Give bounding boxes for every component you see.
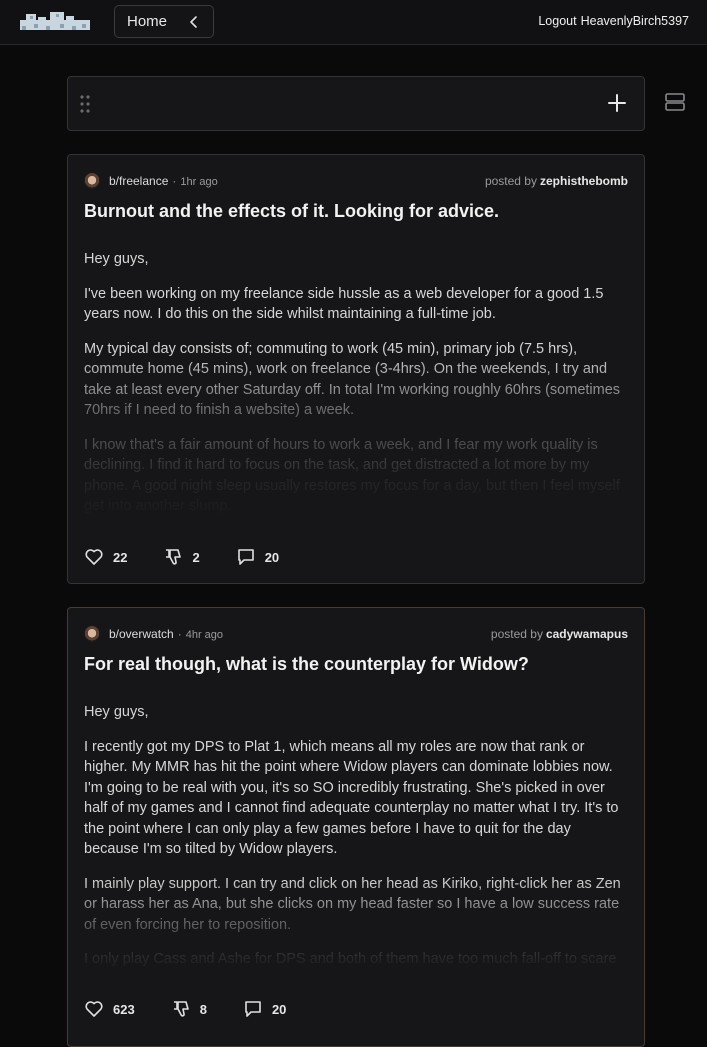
comment-icon: [237, 549, 254, 565]
heart-icon: [85, 1001, 103, 1017]
separator-dot: ·: [172, 174, 177, 188]
post-paragraph: I've been working on my freelance side h…: [84, 285, 604, 323]
board-name: b/overwatch: [109, 627, 174, 641]
username: HeavenlyBirch5397: [580, 14, 689, 28]
author-link[interactable]: zephisthebomb: [540, 174, 628, 188]
post-card[interactable]: b/overwatch · 4hr ago posted by cadywamapus…: [67, 607, 645, 1047]
author-link[interactable]: cadywamapus: [546, 627, 628, 641]
site-logo[interactable]: [20, 8, 90, 32]
heart-icon: [85, 549, 103, 565]
post-meta: b/freelance · 1hr ago posted by zephisthebo…: [84, 173, 628, 189]
post-composer[interactable]: [67, 76, 645, 131]
post-meta: b/overwatch · 4hr ago posted by cadywamapus: [84, 626, 628, 642]
logout-label: Logout: [538, 14, 577, 28]
dislike-button[interactable]: 8: [171, 999, 207, 1019]
board-link[interactable]: b/freelance · 1hr ago: [109, 174, 218, 188]
like-count: 22: [113, 549, 128, 565]
posted-by: posted by cadywamapus: [491, 627, 628, 641]
post-title[interactable]: Burnout and the effects of it. Looking f…: [84, 201, 628, 222]
comment-button[interactable]: 20: [243, 999, 286, 1019]
comment-icon: [245, 1001, 261, 1017]
posted-by-label: posted by: [484, 174, 537, 188]
post-paragraph: I only play Cass and Ashe for DPS and bo…: [84, 951, 617, 967]
thumbs-down-icon: [173, 1001, 189, 1017]
drag-handle-icon[interactable]: [80, 95, 90, 113]
home-label: Home: [127, 13, 168, 30]
board-avatar: [84, 173, 100, 189]
post-paragraph: Hey guys,: [84, 251, 149, 267]
post-paragraph: I mainly play support. I can try and cli…: [84, 875, 621, 933]
plus-icon[interactable]: [606, 92, 628, 114]
board-avatar: [84, 626, 100, 642]
post-actions: 22 2 20: [84, 547, 279, 567]
comment-button[interactable]: 20: [236, 547, 279, 567]
comment-count: 20: [264, 549, 280, 565]
dislike-count: 2: [192, 549, 200, 565]
chevron-left-icon: [190, 16, 197, 28]
layout-toggle-icon[interactable]: [664, 91, 686, 113]
post-paragraph: My typical day consists of; commuting to…: [84, 340, 621, 419]
post-body: Hey guys, I recently got my DPS to Plat …: [84, 702, 628, 984]
post-title[interactable]: For real though, what is the counterplay…: [84, 654, 628, 675]
like-count: 623: [113, 1001, 135, 1017]
logout-link[interactable]: Logout HeavenlyBirch5397: [538, 14, 689, 28]
top-navbar: Home Logout HeavenlyBirch5397: [0, 0, 707, 45]
post-actions: 623 8 20: [84, 999, 286, 1019]
thumbs-down-icon: [166, 549, 182, 565]
dislike-count: 8: [199, 1001, 207, 1017]
home-dropdown-button[interactable]: Home: [114, 5, 214, 38]
post-time: 1hr ago: [180, 176, 218, 188]
like-button[interactable]: 22: [84, 547, 127, 567]
post-paragraph: I know that's a fair amount of hours to …: [84, 436, 620, 515]
post-paragraph: Hey guys,: [84, 704, 149, 720]
comment-count: 20: [271, 1001, 287, 1017]
like-button[interactable]: 623: [84, 999, 135, 1019]
board-name: b/freelance: [109, 174, 169, 188]
post-body: Hey guys, I've been working on my freela…: [84, 249, 628, 531]
post-time: 4hr ago: [185, 629, 224, 641]
dislike-button[interactable]: 2: [163, 547, 200, 567]
posted-by: posted by zephisthebomb: [485, 174, 628, 188]
post-card[interactable]: b/freelance · 1hr ago posted by zephisthebo…: [67, 154, 645, 584]
separator-dot: ·: [177, 627, 182, 641]
posted-by-label: posted by: [490, 627, 543, 641]
board-link[interactable]: b/overwatch · 4hr ago: [109, 627, 223, 641]
post-paragraph: I recently got my DPS to Plat 1, which m…: [84, 738, 619, 858]
